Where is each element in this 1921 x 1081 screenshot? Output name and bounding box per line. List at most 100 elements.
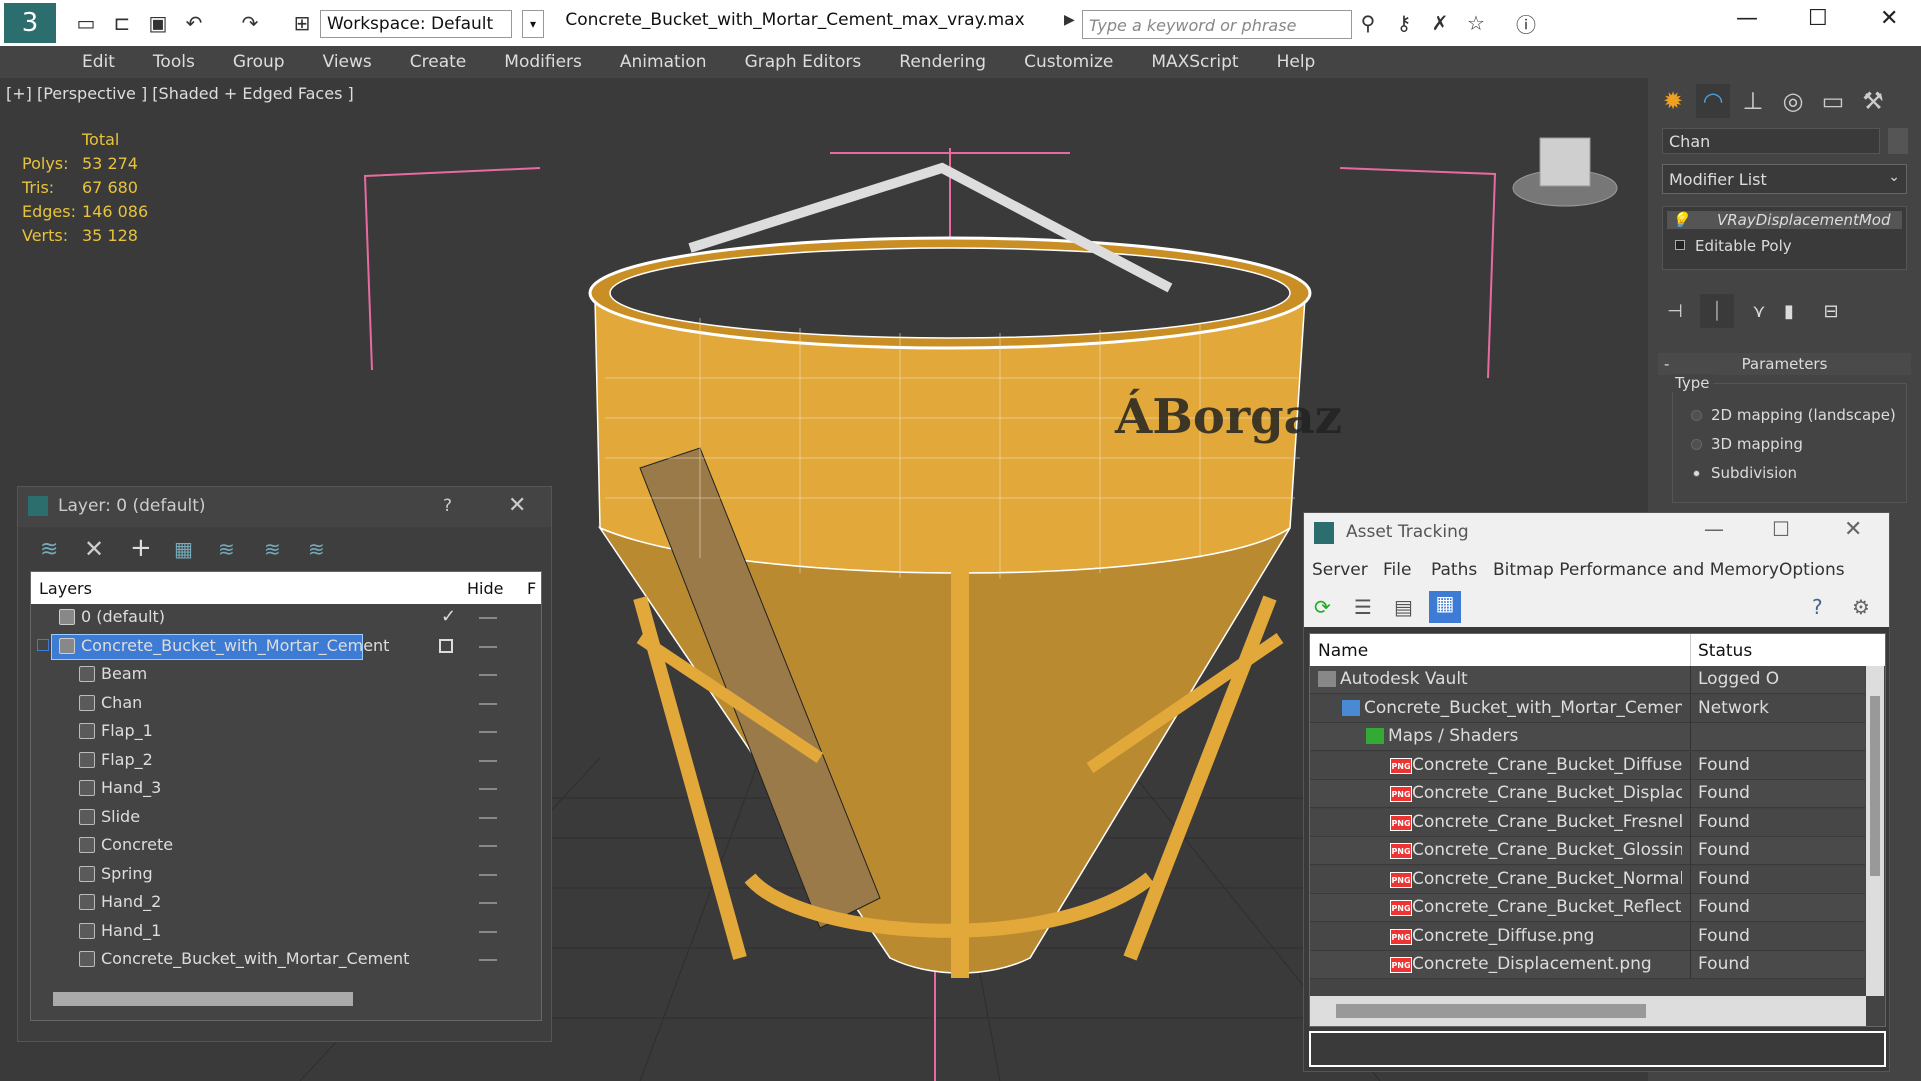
table-view-icon[interactable]: ▦ [1429,591,1461,623]
close-icon[interactable]: ✕ [1844,517,1862,542]
hide-toggle[interactable] [479,873,497,876]
asset-row[interactable]: PNG Concrete_Diffuse.png Found [1310,922,1865,951]
concrete-bucket-model[interactable]: ÁBorgaz [588,162,1342,978]
menu-animation[interactable]: Animation [620,52,707,72]
pin-stack-icon[interactable]: ⊣ [1658,294,1692,328]
workspace-select[interactable]: Workspace: Default [320,10,512,38]
key-icon[interactable]: ⚷ [1390,9,1418,37]
new-file-icon[interactable]: ▭ [72,9,100,37]
asset-row[interactable]: PNGConcrete_Crane_Bucket_Displacement.pn… [1310,780,1865,808]
create-tab-icon[interactable]: ✹ [1656,84,1690,118]
col-layers[interactable]: Layers [39,579,92,598]
hierarchy-tab-icon[interactable]: ⊥ [1736,84,1770,118]
layer-object-row[interactable]: Flap_1 [31,718,541,746]
open-file-icon[interactable]: ⊏ [108,9,136,37]
layer-object-row[interactable]: Flap_2 [31,747,541,775]
chevron-down-icon[interactable]: ▾ [522,10,544,38]
hide-layer-icon[interactable]: ≋ [264,537,281,561]
binoculars-icon[interactable]: ⚲ [1354,9,1382,37]
menu-views[interactable]: Views [323,52,372,72]
tools-icon[interactable]: ✗ [1426,9,1454,37]
modifier-list-dropdown[interactable]: Modifier List ⌄ [1662,164,1907,194]
parameters-rollout[interactable]: - Parameters [1658,353,1911,375]
hide-toggle[interactable] [479,617,497,619]
vertical-scrollbar[interactable] [1866,666,1884,996]
horizontal-scrollbar[interactable] [1310,996,1866,1026]
menu-customize[interactable]: Customize [1024,52,1113,72]
col-status[interactable]: Status [1698,641,1752,661]
menu-edit[interactable]: Edit [82,52,115,72]
hide-toggle[interactable] [479,702,497,705]
refresh-icon[interactable]: ⟳ [1314,595,1331,619]
hide-toggle[interactable] [479,902,497,904]
col-name[interactable]: Name [1318,641,1368,661]
hide-toggle[interactable] [479,930,497,933]
hide-toggle[interactable] [479,674,497,676]
close-icon[interactable]: ✕ [1880,6,1898,31]
radio-2d-mapping[interactable]: 2D mapping (landscape) [1691,406,1896,424]
menu-create[interactable]: Create [410,52,467,72]
menu-group[interactable]: Group [233,52,285,72]
layer-object-row[interactable]: Spring [31,861,541,889]
layer-row[interactable]: Concrete_Bucket_with_Mortar_Cement [31,633,541,661]
lightbulb-icon[interactable]: 💡 [1671,211,1690,229]
maximize-icon[interactable]: ☐ [1808,6,1828,31]
add-to-layer-icon[interactable]: + [130,533,152,563]
redo-icon[interactable]: ↷ [236,9,264,37]
menu-rendering[interactable]: Rendering [899,52,986,72]
maximize-icon[interactable]: ☐ [1772,517,1790,541]
utilities-tab-icon[interactable]: ⚒ [1856,84,1890,118]
close-icon[interactable]: ✕ [508,493,526,518]
viewcube-icon[interactable] [1512,137,1618,207]
layer-object-row[interactable]: Hand_3 [31,775,541,803]
delete-layer-icon[interactable]: ✕ [84,535,104,563]
object-name-field[interactable]: Chan [1662,128,1880,154]
asset-row[interactable]: PNGConcrete_Crane_Bucket_Fresnel_Ior.png… [1310,808,1865,837]
asset-path-field[interactable] [1309,1031,1886,1067]
menu-maxscript[interactable]: MAXScript [1151,52,1238,72]
layer-object-row[interactable]: Chan [31,690,541,718]
list-view-icon[interactable]: ☰ [1354,595,1372,619]
project-icon[interactable]: ⊞ [288,9,316,37]
modify-tab-icon[interactable]: ◠ [1696,84,1730,118]
layer-row[interactable]: 0 (default) ✓ [31,604,541,632]
make-unique-icon[interactable]: ⋎ [1742,294,1776,328]
undo-icon[interactable]: ↶ [180,9,208,37]
hide-toggle[interactable] [479,731,497,733]
app-logo-icon[interactable]: 3 [4,3,56,43]
asset-row[interactable]: Autodesk Vault Logged O [1310,666,1865,694]
layer-object-row[interactable]: Concrete_Bucket_with_Mortar_Cement [31,946,541,974]
menu-modifiers[interactable]: Modifiers [504,52,582,72]
asset-panel-titlebar[interactable]: Asset Tracking — ☐ ✕ [1304,513,1889,553]
display-tab-icon[interactable]: ▭ [1816,84,1850,118]
minimize-icon[interactable]: — [1704,517,1724,541]
stack-item-editable-poly[interactable]: Editable Poly [1669,237,1792,255]
remove-modifier-icon[interactable]: ▮ [1772,294,1806,328]
menu-tools[interactable]: Tools [153,52,195,72]
layer-object-row[interactable]: Concrete [31,832,541,860]
help-icon[interactable]: ⓘ [1512,9,1540,37]
expand-plus-icon[interactable] [1675,240,1685,250]
menu-graph-editors[interactable]: Graph Editors [745,52,862,72]
layer-object-row[interactable]: Hand_1 [31,918,541,946]
layer-panel-titlebar[interactable]: Layer: 0 (default) ? ✕ [18,487,551,527]
context-help-icon[interactable]: ⚙ [1852,595,1870,619]
tree-view-icon[interactable]: ▤ [1394,595,1413,619]
highlight-layer-icon[interactable]: ≋ [218,537,235,561]
asset-row[interactable]: PNGConcrete_Crane_Bucket_Reflection.png F… [1310,894,1865,922]
layer-object-row[interactable]: Beam [31,661,541,689]
menu-file[interactable]: File [1383,560,1411,580]
horizontal-scrollbar[interactable] [53,992,353,1006]
search-input[interactable]: Type a keyword or phrase [1082,10,1352,39]
asset-row[interactable]: Concrete_Bucket_with_Mortar_Cement_max_v… [1310,694,1865,723]
collapse-icon[interactable] [37,638,49,651]
expand-arrow-icon[interactable]: ▶ [1064,12,1075,28]
asset-row[interactable]: PNGConcrete_Crane_Bucket_Diffuse.png Foun… [1310,751,1865,780]
select-layer-icon[interactable]: ▦ [174,537,193,561]
menu-help[interactable]: Help [1277,52,1316,72]
checkmark-icon[interactable]: ✓ [441,606,456,627]
help-icon[interactable]: ? [1812,595,1823,619]
radio-subdivision[interactable]: Subdivision [1693,464,1797,482]
star-icon[interactable]: ☆ [1462,9,1490,37]
asset-row[interactable]: PNGConcrete_Crane_Bucket_Glossiness.png F… [1310,837,1865,865]
